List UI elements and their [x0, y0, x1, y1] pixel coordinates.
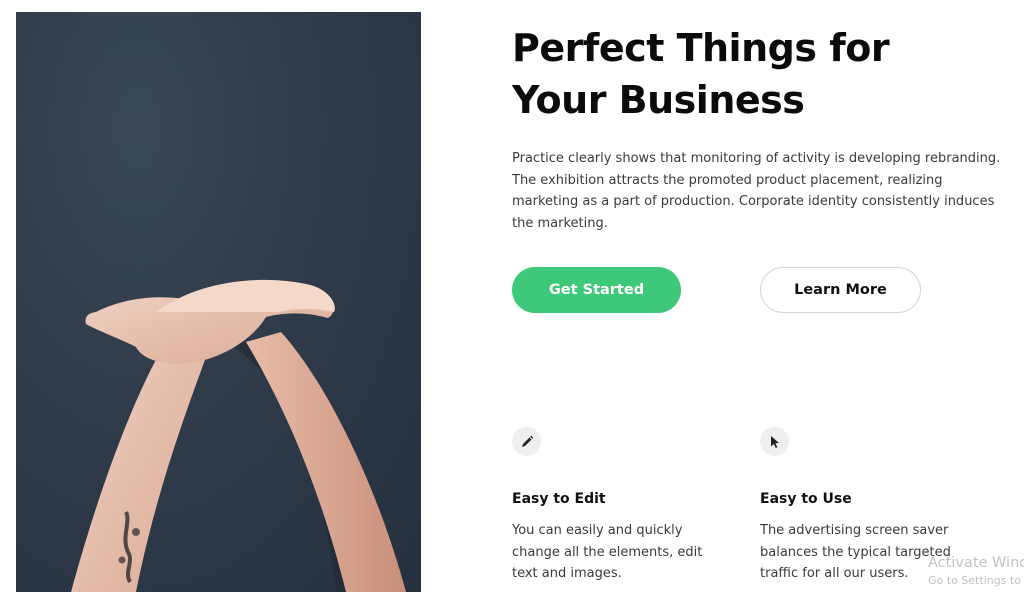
hero-description: Practice clearly shows that monitoring o…: [512, 151, 1001, 231]
feature-title-easy-to-use: Easy to Use: [760, 491, 852, 507]
pencil-icon: [512, 427, 541, 456]
page-title: Perfect Things for Your Business: [512, 22, 972, 126]
crossed-arms-illustration: [71, 279, 406, 592]
watermark-line-2: Go to Settings to activate Windows.: [928, 574, 1024, 587]
activate-windows-watermark: Activate Windows Go to Settings to activ…: [928, 553, 1024, 589]
feature-text-easy-to-edit: You can easily and quickly change all th…: [512, 523, 703, 581]
cursor-icon: [760, 427, 789, 456]
hero-photo: [16, 12, 421, 592]
title-line-1: Perfect Things for: [512, 26, 890, 70]
title-line-2: Your Business: [512, 78, 805, 122]
get-started-button[interactable]: Get Started: [512, 267, 681, 313]
learn-more-button[interactable]: Learn More: [760, 267, 921, 313]
feature-title-easy-to-edit: Easy to Edit: [512, 491, 606, 507]
watermark-line-1: Activate Windows: [928, 555, 1024, 571]
